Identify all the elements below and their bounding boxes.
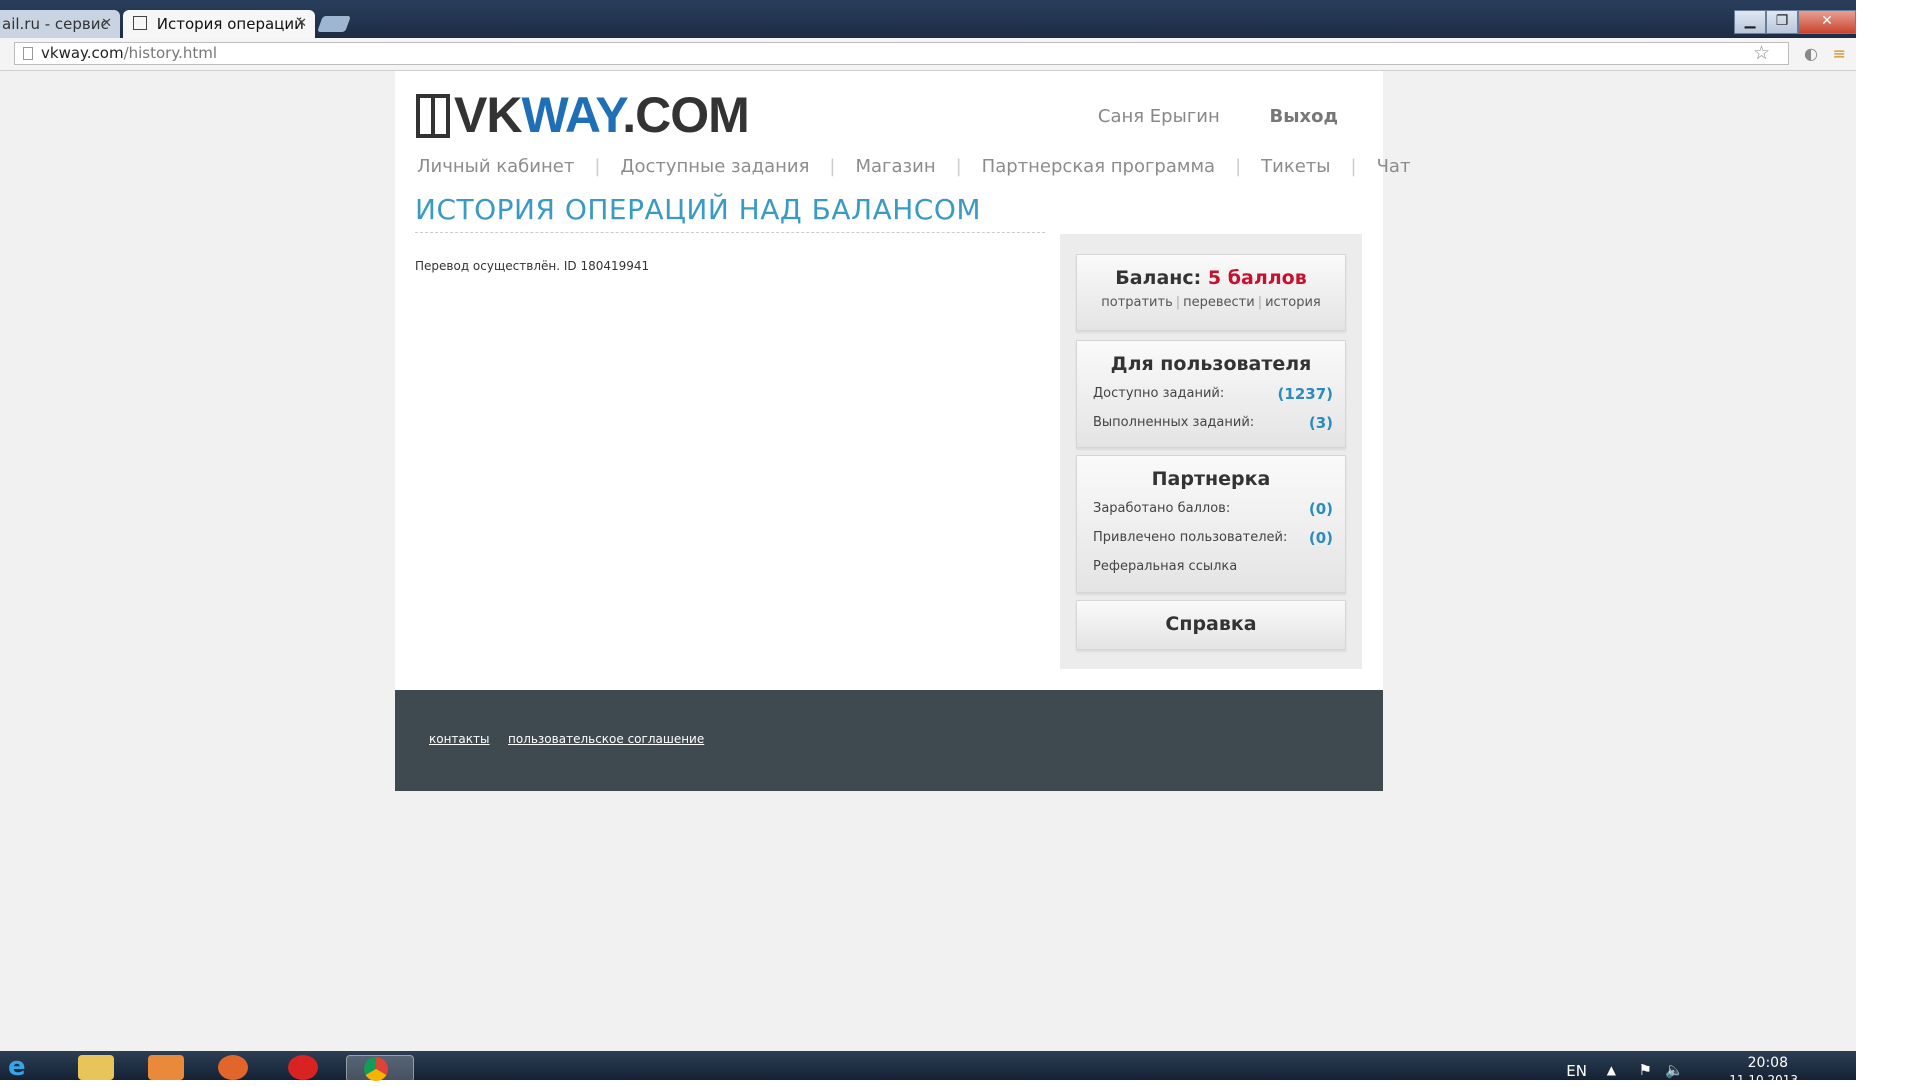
- yandex-browser-icon[interactable]: [288, 1055, 318, 1080]
- stat-row[interactable]: Заработано баллов: (0): [1077, 494, 1345, 523]
- spend-link[interactable]: потратить: [1101, 295, 1173, 310]
- restore-button[interactable]: ❐: [1766, 10, 1798, 34]
- nav-shop[interactable]: Магазин: [856, 156, 936, 177]
- language-indicator[interactable]: EN: [1566, 1062, 1587, 1080]
- balance-links: потратить | перевести | история: [1101, 295, 1321, 310]
- chrome-icon: [364, 1057, 388, 1081]
- gift-icon: [416, 94, 450, 138]
- logout-link[interactable]: Выход: [1269, 106, 1338, 127]
- main-nav: Личный кабинет | Доступные задания | Магазин…: [417, 156, 1411, 177]
- new-tab-button[interactable]: [317, 16, 351, 32]
- bookmark-star-icon[interactable]: ☆: [1753, 43, 1770, 64]
- clock-date[interactable]: 11.10.2013: [1729, 1073, 1798, 1087]
- close-tab-icon[interactable]: ✕: [101, 10, 112, 38]
- url-path: /history.html: [123, 44, 218, 62]
- chrome-taskbar-button[interactable]: [346, 1055, 414, 1082]
- page-title: ИСТОРИЯ ОПЕРАЦИЙ НАД БАЛАНСОМ: [415, 193, 1045, 233]
- stat-row[interactable]: Доступно заданий: (1237): [1077, 379, 1345, 408]
- media-player-icon[interactable]: [148, 1055, 184, 1080]
- stat-row[interactable]: Привлечено пользователей: (0): [1077, 523, 1345, 552]
- internet-explorer-icon[interactable]: e: [8, 1054, 44, 1080]
- logo-prefix: VK: [454, 87, 522, 143]
- referral-link[interactable]: Реферальная ссылка: [1077, 552, 1345, 581]
- user-name-link[interactable]: Саня Ерыгин: [1098, 106, 1220, 127]
- partner-card: Партнерка Заработано баллов: (0) Привлече…: [1076, 455, 1346, 593]
- volume-icon[interactable]: 🔈: [1665, 1061, 1684, 1079]
- user-section-title: Для пользователя: [1110, 353, 1312, 375]
- window-controls: ▁ ❐ ✕: [1734, 10, 1856, 34]
- nav-chat[interactable]: Чат: [1377, 156, 1411, 177]
- balance-card: Баланс: 5 баллов потратить | перевести | ист…: [1076, 254, 1346, 331]
- user-card: Для пользователя Доступно заданий: (1237)…: [1076, 340, 1346, 448]
- right-margin: [1856, 0, 1920, 1080]
- site-footer: контакты пользовательское соглашение: [395, 690, 1383, 791]
- logo-way: WAY: [521, 87, 623, 143]
- show-hidden-icons-icon[interactable]: ▲: [1607, 1063, 1616, 1077]
- tab-label: ail.ru - сервис: [2, 15, 109, 33]
- close-tab-icon[interactable]: ✕: [296, 10, 307, 38]
- browser-toolbar: vkway.com/history.html ☆ ◐ ≡: [0, 38, 1856, 71]
- status-message: Перевод осуществлён. ID 180419941: [415, 259, 650, 273]
- partner-section-title: Партнерка: [1151, 468, 1271, 490]
- help-button[interactable]: Справка: [1076, 600, 1346, 650]
- firefox-icon[interactable]: [218, 1055, 248, 1080]
- transfer-link[interactable]: перевести: [1183, 295, 1255, 310]
- browser-tab-inactive[interactable]: ail.ru - сервис ✕: [0, 10, 120, 38]
- address-bar[interactable]: vkway.com/history.html ☆: [14, 42, 1789, 65]
- nav-partner-program[interactable]: Партнерская программа: [982, 156, 1215, 177]
- nav-cabinet[interactable]: Личный кабинет: [417, 156, 574, 177]
- user-box: Саня Ерыгин Выход: [1098, 106, 1338, 127]
- balance-value: 5 баллов: [1207, 267, 1307, 289]
- sidebar: Баланс: 5 баллов потратить | перевести | ист…: [1060, 234, 1362, 669]
- taskbar: e EN ▲ ⚑ 🔈 20:08 11.10.2013: [0, 1051, 1856, 1087]
- logo-suffix: .COM: [622, 87, 750, 143]
- file-explorer-icon[interactable]: [78, 1055, 114, 1080]
- contacts-link[interactable]: контакты: [429, 732, 490, 746]
- site-logo[interactable]: VKWAY.COM: [416, 85, 750, 145]
- agreement-link[interactable]: пользовательское соглашение: [508, 732, 704, 746]
- nav-available-tasks[interactable]: Доступные задания: [620, 156, 809, 177]
- gift-favicon-icon: [133, 16, 147, 30]
- url-host: vkway.com: [41, 44, 124, 62]
- history-link[interactable]: история: [1265, 295, 1321, 310]
- balance-title: Баланс: 5 баллов: [1115, 267, 1307, 289]
- extension-icon[interactable]: ◐: [1804, 44, 1818, 63]
- help-label: Справка: [1165, 613, 1257, 635]
- minimize-button[interactable]: ▁: [1734, 10, 1766, 34]
- menu-icon[interactable]: ≡: [1833, 44, 1846, 63]
- screen: ail.ru - сервис ✕ История операций ✕ ▁ ❐…: [0, 0, 1920, 1087]
- tab-label: История операций: [156, 15, 304, 33]
- page-icon: [23, 47, 33, 60]
- browser-titlebar: ail.ru - сервис ✕ История операций ✕ ▁ ❐…: [0, 0, 1856, 38]
- nav-tickets[interactable]: Тикеты: [1261, 156, 1330, 177]
- close-window-button[interactable]: ✕: [1798, 10, 1856, 34]
- action-center-flag-icon[interactable]: ⚑: [1639, 1061, 1652, 1079]
- site-container: VKWAY.COM Саня Ерыгин Выход Личный кабин…: [395, 71, 1410, 691]
- clock-time[interactable]: 20:08: [1748, 1055, 1788, 1071]
- browser-tab-active[interactable]: История операций ✕: [123, 10, 315, 38]
- stat-row[interactable]: Выполненных заданий: (3): [1077, 408, 1345, 437]
